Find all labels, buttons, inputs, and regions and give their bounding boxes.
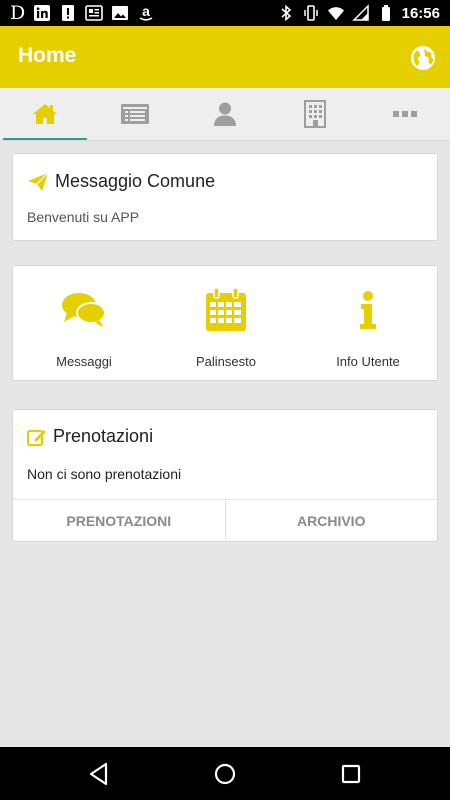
home-icon	[33, 104, 57, 124]
list-icon	[121, 104, 149, 124]
shortcut-label: Info Utente	[336, 354, 400, 369]
status-time: 16:56	[401, 4, 440, 22]
svg-text:a: a	[142, 4, 150, 19]
message-card[interactable]: Messaggio Comune Benvenuti su APP	[12, 153, 438, 241]
shortcut-label: Palinsesto	[196, 354, 256, 369]
tab-building[interactable]	[270, 88, 360, 140]
linkedin-icon	[34, 5, 51, 21]
message-card-body: Benvenuti su APP	[27, 209, 140, 225]
system-nav-bar	[0, 747, 450, 800]
vibrate-icon	[303, 5, 318, 21]
tab-home[interactable]	[0, 88, 90, 140]
edit-icon	[27, 429, 46, 446]
paper-plane-icon	[28, 172, 49, 191]
chat-icon	[62, 293, 106, 327]
tab-more[interactable]	[360, 88, 450, 140]
home-nav-icon[interactable]	[212, 761, 238, 787]
shortcut-messaggi[interactable]: Messaggi	[13, 288, 155, 369]
globe-icon[interactable]	[410, 45, 436, 71]
archivio-button[interactable]: ARCHIVIO	[224, 500, 438, 542]
bookings-empty-text: Non ci sono prenotazioni	[27, 466, 182, 482]
bookings-card-header: Prenotazioni	[27, 426, 153, 447]
message-card-title: Messaggio Comune	[55, 171, 216, 191]
info-icon	[360, 291, 376, 329]
bookings-button-row: PRENOTAZIONI ARCHIVIO	[13, 499, 437, 542]
image-icon	[112, 6, 129, 20]
prenotazioni-button[interactable]: PRENOTAZIONI	[13, 500, 225, 542]
tab-list[interactable]	[90, 88, 180, 140]
more-icon	[393, 111, 417, 117]
d-app-icon: D	[10, 2, 26, 24]
signal-icon	[351, 4, 369, 21]
recents-icon[interactable]	[338, 761, 364, 787]
shortcut-info-utente[interactable]: Info Utente	[297, 288, 439, 369]
tab-bar	[0, 88, 450, 141]
amazon-icon: a	[139, 4, 153, 21]
building-icon	[304, 100, 326, 128]
shortcut-label: Messaggi	[56, 354, 112, 369]
message-card-header: Messaggio Comune	[27, 171, 215, 192]
bookings-card-title: Prenotazioni	[53, 426, 154, 446]
bluetooth-icon	[281, 4, 291, 22]
wifi-icon	[327, 7, 344, 20]
bookings-card: Prenotazioni Non ci sono prenotazioni PR…	[12, 409, 438, 542]
shortcut-palinsesto[interactable]: Palinsesto	[155, 288, 297, 369]
tab-user[interactable]	[180, 88, 270, 140]
newsletter-icon	[85, 5, 104, 21]
back-icon[interactable]	[86, 761, 112, 787]
app-bar: Home	[0, 26, 450, 88]
shortcuts-card: Messaggi Palinsesto Info Utente	[12, 265, 438, 381]
status-bar: D a 16:56	[0, 0, 450, 26]
battery-icon	[381, 5, 390, 21]
alert-icon	[62, 5, 75, 21]
user-icon	[214, 102, 236, 126]
page-title: Home	[18, 44, 77, 67]
calendar-icon	[206, 288, 246, 331]
